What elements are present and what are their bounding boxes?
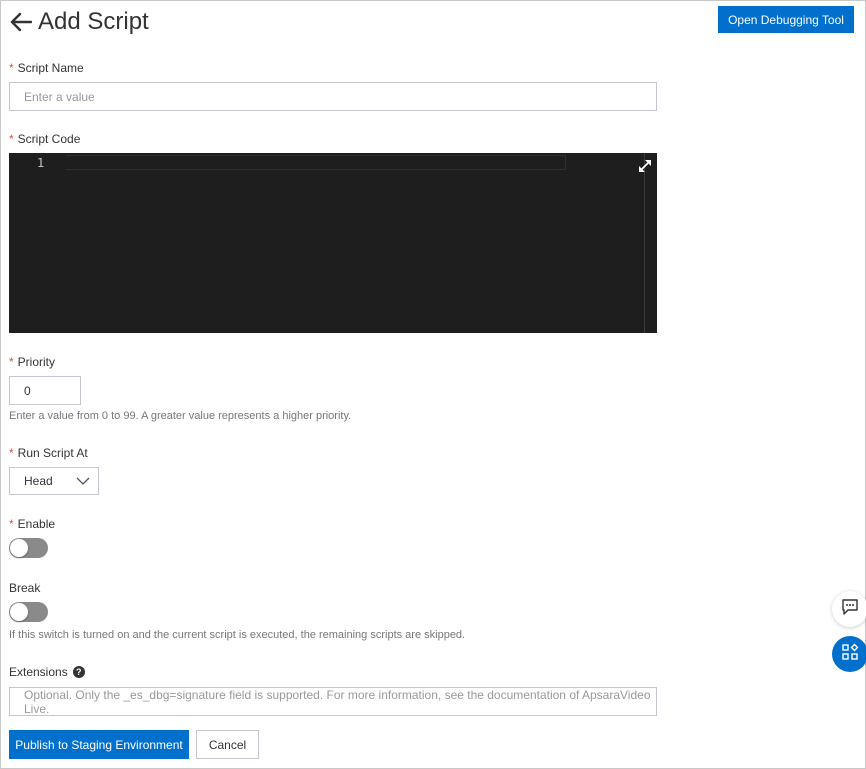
script-name-label-text: Script Name (17, 61, 84, 75)
page-title: Add Script (38, 8, 149, 35)
script-code-label: * Script Code (9, 132, 80, 146)
toggle-knob (10, 603, 28, 621)
run-script-at-label: * Run Script At (9, 446, 88, 460)
priority-label: * Priority (9, 355, 55, 369)
apps-icon (841, 643, 859, 666)
priority-label-text: Priority (17, 355, 56, 369)
script-name-label: * Script Name (9, 61, 84, 75)
required-mark: * (9, 61, 14, 75)
help-icon[interactable]: ? (72, 666, 85, 678)
required-mark: * (9, 517, 14, 531)
extensions-label: Extensions ? (9, 665, 85, 679)
enable-label: * Enable (9, 517, 55, 531)
chat-button[interactable] (832, 591, 866, 627)
enable-toggle[interactable] (9, 538, 48, 558)
script-code-editor[interactable]: 1 (9, 153, 657, 333)
break-label-text: Break (9, 581, 41, 595)
priority-value: 0 (24, 383, 31, 398)
extensions-placeholder: Optional. Only the _es_dbg=signature fie… (24, 687, 651, 716)
priority-input[interactable]: 0 (9, 376, 81, 405)
run-script-at-select[interactable]: Head (9, 467, 99, 495)
required-mark: * (9, 355, 14, 369)
apps-button[interactable] (832, 636, 866, 672)
cancel-button[interactable]: Cancel (196, 730, 259, 759)
editor-scrollbar[interactable] (644, 153, 645, 333)
expand-icon[interactable] (637, 158, 653, 174)
enable-label-text: Enable (17, 517, 56, 531)
script-name-placeholder: Enter a value (24, 89, 95, 104)
required-mark: * (9, 446, 14, 460)
break-label: Break (9, 581, 40, 595)
toggle-knob (10, 539, 28, 557)
break-hint: If this switch is turned on and the curr… (9, 629, 466, 641)
run-script-at-label-text: Run Script At (17, 446, 88, 460)
open-debugging-tool-button[interactable]: Open Debugging Tool (718, 6, 854, 33)
chat-icon (841, 598, 859, 621)
extensions-input[interactable]: Optional. Only the _es_dbg=signature fie… (9, 687, 657, 716)
required-mark: * (9, 132, 14, 146)
page-frame (0, 0, 866, 769)
chevron-down-icon (76, 475, 90, 490)
priority-hint: Enter a value from 0 to 99. A greater va… (9, 410, 352, 422)
break-toggle[interactable] (9, 602, 48, 622)
extensions-label-text: Extensions (9, 665, 68, 679)
page-header: Add Script (8, 6, 149, 38)
publish-button[interactable]: Publish to Staging Environment (9, 730, 189, 759)
arrow-left-icon[interactable] (8, 9, 34, 35)
script-name-input[interactable]: Enter a value (9, 82, 657, 111)
script-code-label-text: Script Code (17, 132, 81, 146)
run-script-at-value: Head (24, 474, 53, 488)
current-line-highlight (66, 155, 566, 170)
line-number: 1 (37, 156, 45, 170)
